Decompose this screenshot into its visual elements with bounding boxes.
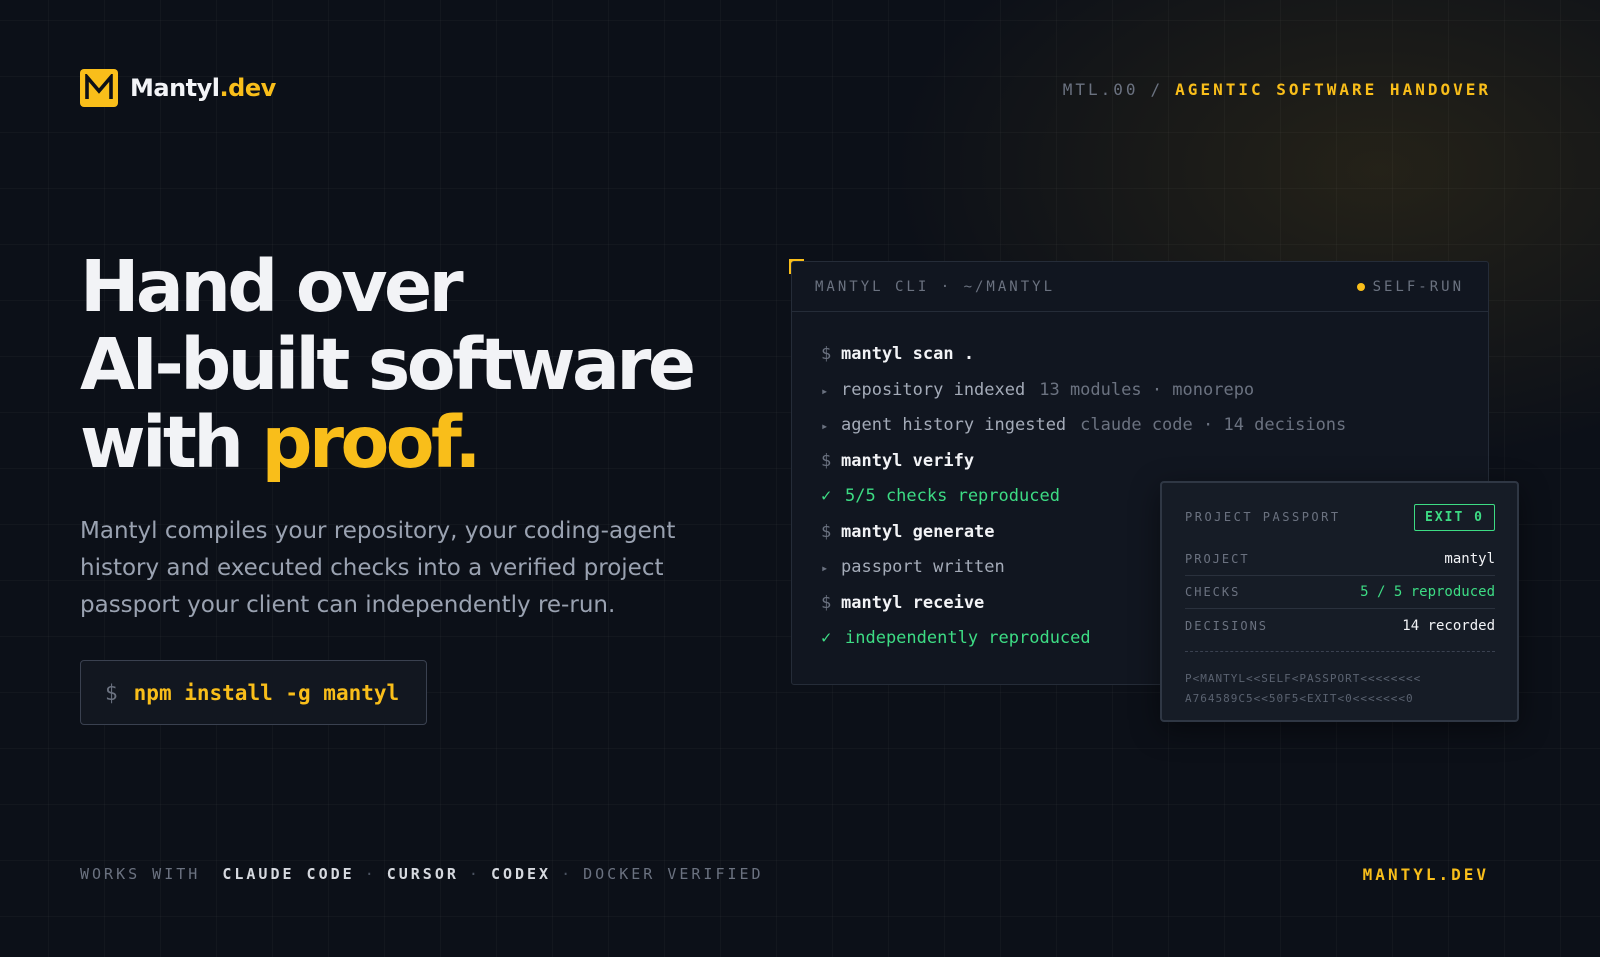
terminal-status: SELF-RUN [1356,278,1464,295]
terminal-line: $ mantyl verify [821,449,1346,485]
terminal-line: ▸ repository indexed 13 modules · monorepo [821,378,1346,414]
status-dot-icon [1356,282,1365,291]
install-command[interactable]: npm install -g mantyl [134,681,400,705]
bullet-arrow-icon: ▸ [821,383,829,398]
passport-title: PROJECT PASSPORT [1185,510,1341,524]
footer-separator: · [468,865,481,883]
passport-row-value: mantyl [1444,551,1495,567]
hero-title-line-2: AI-built software [80,323,696,406]
install-command-box[interactable]: $ npm install -g mantyl [80,660,427,725]
hero-title-line-3: with proof. [80,404,693,482]
prompt-symbol: $ [821,521,832,542]
prompt-symbol: $ [821,344,832,364]
terminal-output-text: 5/5 checks reproduced [845,486,1060,506]
terminal-meta: 13 modules · monorepo [1039,379,1255,400]
site-link[interactable]: MANTYL.DEV [1363,865,1489,884]
check-icon: ✓ [821,628,832,648]
terminal-status-label: SELF-RUN [1372,278,1464,295]
terminal-command: mantyl verify [841,450,975,471]
hero-subtitle: Mantyl compiles your repository, your co… [80,518,676,618]
hero-title-accent: proof. [261,401,482,484]
passport-header: PROJECT PASSPORT EXIT 0 [1185,503,1495,531]
bullet-arrow-icon: ▸ [821,419,829,433]
brand-logo[interactable]: Mantyl.dev [80,69,276,107]
terminal-output-text: repository indexed [841,379,1026,400]
prompt-symbol: $ [821,450,832,471]
brand-name-tld: .dev [219,74,277,102]
project-passport-card: PROJECT PASSPORT EXIT 0 PROJECT mantyl CHE… [1160,481,1519,722]
terminal-output-text: agent history ingested [841,415,1067,435]
mrz-line-1: P<MANTYL<<SELF<PASSPORT<<<<<<<< [1185,672,1422,685]
docker-verified-label: DOCKER VERIFIED [583,865,764,883]
tool-cursor: CURSOR [386,865,459,883]
passport-row-key: CHECKS [1185,585,1241,599]
passport-row: PROJECT mantyl [1185,543,1495,576]
header-separator: / [1150,80,1164,99]
bullet-arrow-icon: ▸ [821,561,829,575]
header-tagline-text: AGENTIC SOFTWARE HANDOVER [1175,80,1491,99]
passport-divider [1185,651,1495,652]
terminal-output-text: passport written [841,557,1005,577]
terminal-command: mantyl generate [841,521,995,542]
terminal-meta: claude code · 14 decisions [1080,415,1347,435]
hero-title: Hand over AI-built software with proof. [80,245,696,482]
passport-row-key: DECISIONS [1185,618,1269,633]
terminal-command: mantyl scan . [841,344,975,364]
passport-row: DECISIONS 14 recorded [1185,609,1495,642]
terminal-line: $ mantyl scan . [821,342,1346,378]
terminal-header: MANTYL CLI · ~/MANTYL SELF-RUN [792,262,1488,312]
footer-separator: · [364,865,377,883]
brand-name-main: Mantyl [130,74,220,102]
tool-claude-code: CLAUDE CODE [222,865,355,883]
passport-row: CHECKS 5 / 5 reproduced [1185,576,1495,609]
tool-codex: CODEX [490,865,552,883]
works-with-strip: WORKS WITH CLAUDE CODE · CURSOR · CODEX · DOCK… [80,865,764,883]
terminal-title: MANTYL CLI · ~/MANTYL [815,278,1056,295]
header-tagline: MTL.00 / AGENTIC SOFTWARE HANDOVER [1063,80,1491,99]
works-with-label: WORKS WITH [80,865,201,883]
hero-title-line-1: Hand over [80,245,464,328]
passport-mrz: P<MANTYL<<SELF<PASSPORT<<<<<<<< A764589C… [1185,669,1421,709]
passport-row-key: PROJECT [1185,552,1250,566]
footer-separator: · [561,865,574,883]
check-icon: ✓ [821,486,832,506]
install-prompt: $ [105,680,118,705]
hero-title-line-3-prefix: with [80,401,262,484]
passport-row-value: 5 / 5 reproduced [1360,584,1495,600]
passport-row-value: 14 recorded [1402,617,1495,634]
prompt-symbol: $ [821,592,832,613]
terminal-line: ▸ agent history ingested claude code · 14 … [821,413,1346,449]
mrz-line-2: A764589C5<<50F5<EXIT<0<<<<<<<0 [1185,692,1414,705]
terminal-output-text: independently reproduced [845,628,1091,648]
terminal-command: mantyl receive [841,592,985,613]
passport-rows: PROJECT mantyl CHECKS 5 / 5 reproduced DECIS… [1185,543,1495,642]
exit-status-badge: EXIT 0 [1414,503,1495,531]
header-code: MTL.00 [1062,80,1139,99]
logo-mark-icon [80,69,118,107]
brand-name: Mantyl.dev [130,74,276,102]
